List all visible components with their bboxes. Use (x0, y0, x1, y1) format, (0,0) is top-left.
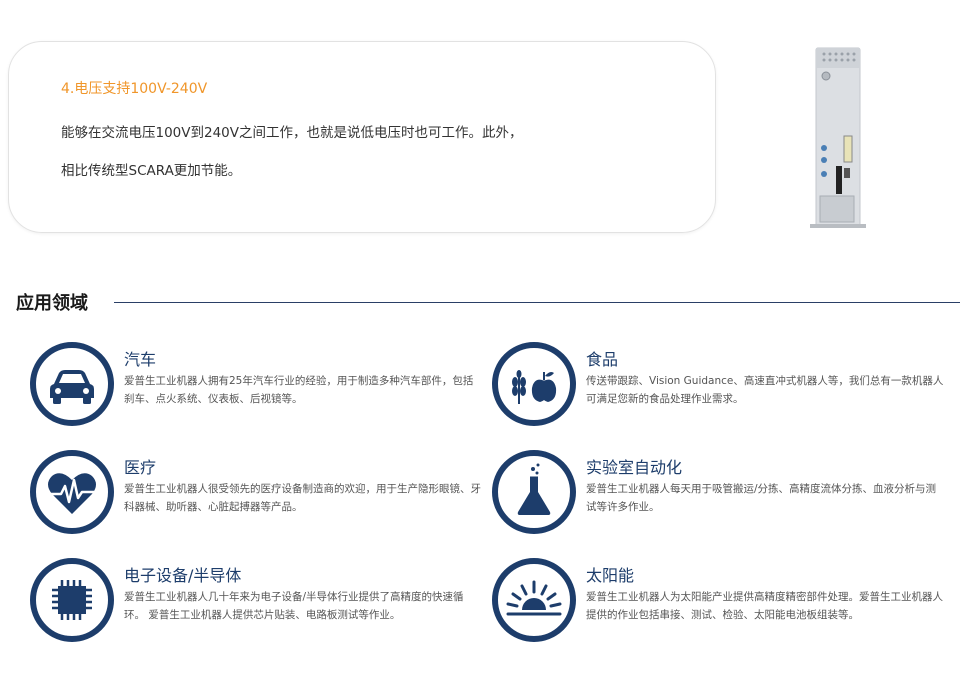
application-item-lab-automation: 实验室自动化 爱普生工业机器人每天用于吸管搬运/分拣、高精度流体分拣、血液分析与… (490, 448, 942, 544)
feature-description: 能够在交流电压100V到240V之间工作，也就是说低电压时也可工作。此外， 相比… (61, 114, 661, 190)
application-description: 爱普生工业机器人很受领先的医疗设备制造商的欢迎，用于生产隐形眼镜、牙科器械、助听… (124, 483, 481, 513)
feature-line-2: 相比传统型SCARA更加节能。 (61, 163, 242, 179)
application-description: 爱普生工业机器人拥有25年汽车行业的经验，用于制造多种汽车部件，包括刹车、点火系… (124, 375, 474, 405)
feature-card: 4.电压支持100V-240V 能够在交流电压100V到240V之间工作，也就是… (8, 41, 716, 233)
heart-pulse-icon (28, 448, 116, 536)
application-item-automotive: 汽车 爱普生工业机器人拥有25年汽车行业的经验，用于制造多种汽车部件，包括刹车、… (28, 340, 480, 436)
feature-title: 4.电压支持100V-240V (61, 81, 208, 97)
application-name: 汽车 (124, 350, 157, 369)
controller-product-image (806, 44, 870, 232)
application-item-solar: 太阳能 爱普生工业机器人为太阳能产业提供高精度精密部件处理。爱普生工业机器人提供… (490, 556, 943, 652)
application-name: 电子设备/半导体 (124, 566, 242, 585)
feature-line-1: 能够在交流电压100V到240V之间工作，也就是说低电压时也可工作。此外， (61, 125, 523, 141)
sun-icon (490, 556, 578, 644)
application-item-electronics: 电子设备/半导体 爱普生工业机器人几十年来为电子设备/半导体行业提供了高精度的快… (28, 556, 480, 652)
application-description: 传送带跟踪、Vision Guidance、高速直冲式机器人等，我们总有一款机器… (586, 375, 944, 405)
section-divider (114, 302, 960, 303)
application-name: 医疗 (124, 458, 157, 477)
car-icon (28, 340, 116, 428)
application-name: 太阳能 (586, 566, 635, 585)
application-description: 爱普生工业机器人为太阳能产业提供高精度精密部件处理。爱普生工业机器人提供的作业包… (586, 591, 943, 621)
application-item-medical: 医疗 爱普生工业机器人很受领先的医疗设备制造商的欢迎，用于生产隐形眼镜、牙科器械… (28, 448, 481, 544)
application-description: 爱普生工业机器人每天用于吸管搬运/分拣、高精度流体分拣、血液分析与测试等许多作业… (586, 483, 937, 513)
section-title: 应用领域 (16, 293, 88, 314)
application-description: 爱普生工业机器人几十年来为电子设备/半导体行业提供了高精度的快速循环。 爱普生工… (124, 591, 464, 621)
application-item-food: 食品 传送带跟踪、Vision Guidance、高速直冲式机器人等，我们总有一… (490, 340, 944, 436)
flask-icon (490, 448, 578, 536)
wheat-apple-icon (490, 340, 578, 428)
chip-icon (28, 556, 116, 644)
application-name: 实验室自动化 (586, 458, 683, 477)
application-name: 食品 (586, 350, 619, 369)
